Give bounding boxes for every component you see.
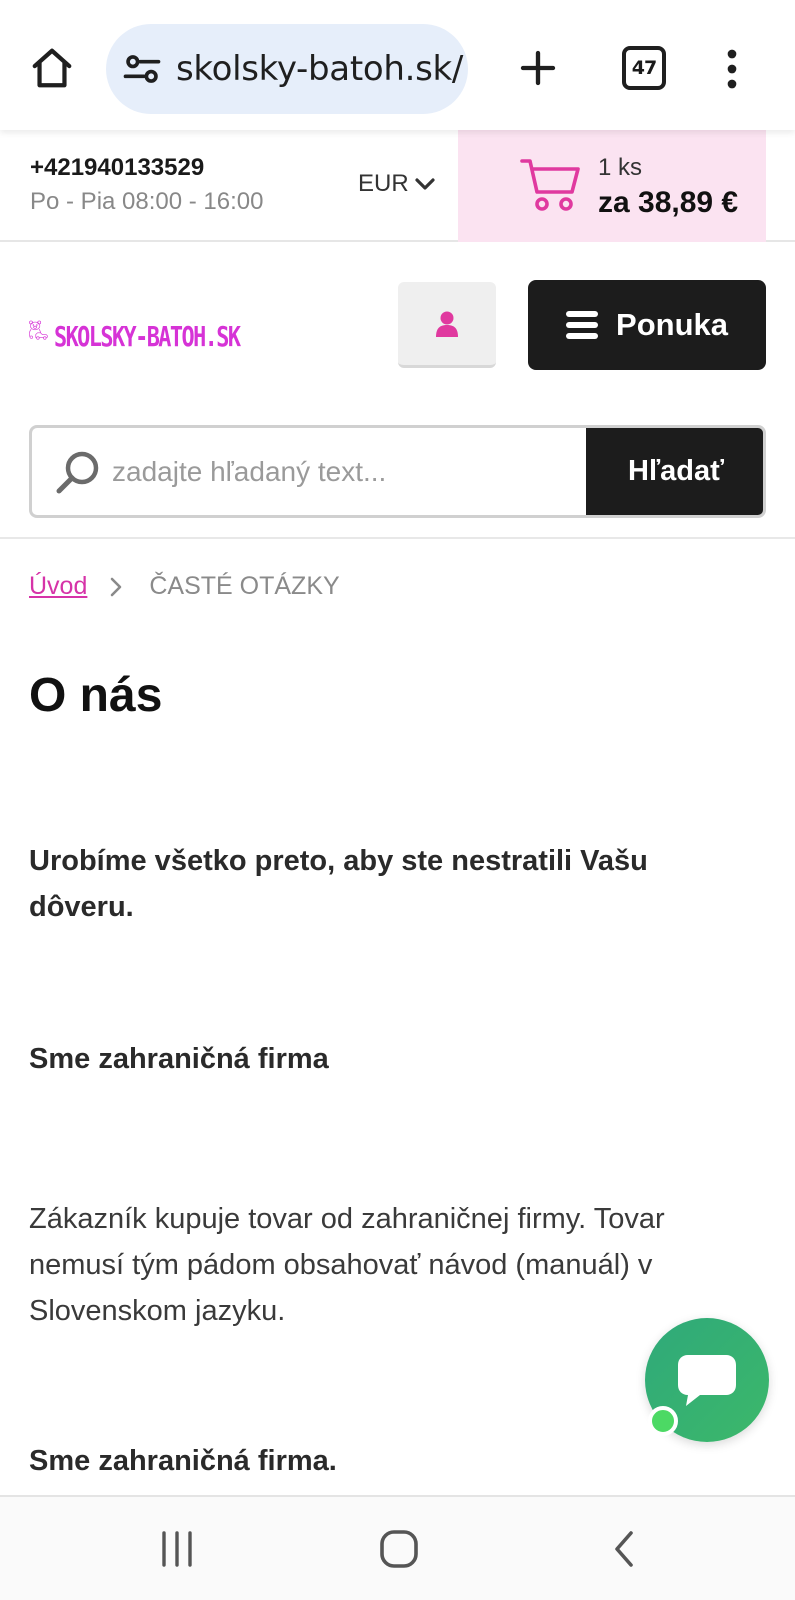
contact-bar: +421940133529 Po - Pia 08:00 - 16:00 EUR… xyxy=(0,130,795,242)
currency-selector[interactable]: EUR xyxy=(358,170,435,198)
menu-button-label: Ponuka xyxy=(616,307,728,342)
content-paragraph-2: Sme zahraničná firma xyxy=(29,1043,329,1075)
breadcrumb: Úvod ČASTÉ OTÁZKY xyxy=(29,572,340,601)
account-button[interactable] xyxy=(398,282,496,368)
page-title: O nás xyxy=(29,669,163,722)
search-icon xyxy=(56,451,99,494)
browser-menu-button[interactable] xyxy=(712,44,752,94)
more-options-icon xyxy=(727,49,737,89)
chat-icon xyxy=(678,1355,736,1406)
search-input[interactable] xyxy=(112,428,612,515)
android-home-icon[interactable] xyxy=(379,1529,419,1569)
new-tab-icon xyxy=(520,50,556,86)
menu-button[interactable]: Ponuka xyxy=(528,280,766,370)
user-icon xyxy=(436,311,458,337)
logo-text: SKOLSKY-BATOH.SK xyxy=(54,319,241,353)
recent-apps-icon[interactable] xyxy=(158,1529,198,1569)
browser-toolbar: skolsky-batoh.sk/ 47 xyxy=(0,0,795,130)
header-divider xyxy=(0,537,795,539)
browser-home-button[interactable] xyxy=(22,38,82,98)
bear-car-logo-icon xyxy=(29,320,48,340)
online-status-dot xyxy=(648,1406,678,1436)
breadcrumb-current: ČASTÉ OTÁZKY xyxy=(149,572,340,600)
address-bar[interactable]: skolsky-batoh.sk/ xyxy=(106,24,468,114)
android-back-icon[interactable] xyxy=(605,1529,645,1569)
cart-button[interactable]: 1 ks za 38,89 € xyxy=(458,130,766,242)
chevron-right-icon xyxy=(111,577,122,596)
home-icon xyxy=(32,48,72,88)
content-paragraph-4: Sme zahraničná firma. xyxy=(29,1445,337,1477)
phone-number[interactable]: +421940133529 xyxy=(30,154,204,182)
search-bar: Hľadať xyxy=(29,425,766,518)
currency-label: EUR xyxy=(358,170,409,197)
chevron-down-icon xyxy=(415,178,435,190)
cart-icon xyxy=(520,159,580,211)
search-button[interactable]: Hľadať xyxy=(586,428,763,515)
url-text: skolsky-batoh.sk/ xyxy=(176,49,464,89)
site-settings-icon[interactable] xyxy=(120,47,164,91)
cart-quantity: 1 ks xyxy=(598,154,643,181)
content-paragraph-3: Zákazník kupuje tovar od zahraničnej fir… xyxy=(29,1203,665,1327)
cart-total: za 38,89 € xyxy=(598,186,739,219)
tab-switcher-icon[interactable]: 47 xyxy=(622,46,666,90)
content-paragraph-1: Urobíme všetko preto, aby ste nestratili… xyxy=(29,845,648,923)
hamburger-icon xyxy=(566,311,599,339)
site-logo[interactable]: SKOLSKY-BATOH.SK xyxy=(28,284,292,376)
tab-count: 47 xyxy=(631,57,657,79)
opening-hours: Po - Pia 08:00 - 16:00 xyxy=(30,188,264,215)
android-navigation-bar xyxy=(0,1495,795,1600)
new-tab-button[interactable] xyxy=(510,40,566,96)
breadcrumb-home-link[interactable]: Úvod xyxy=(29,572,87,601)
